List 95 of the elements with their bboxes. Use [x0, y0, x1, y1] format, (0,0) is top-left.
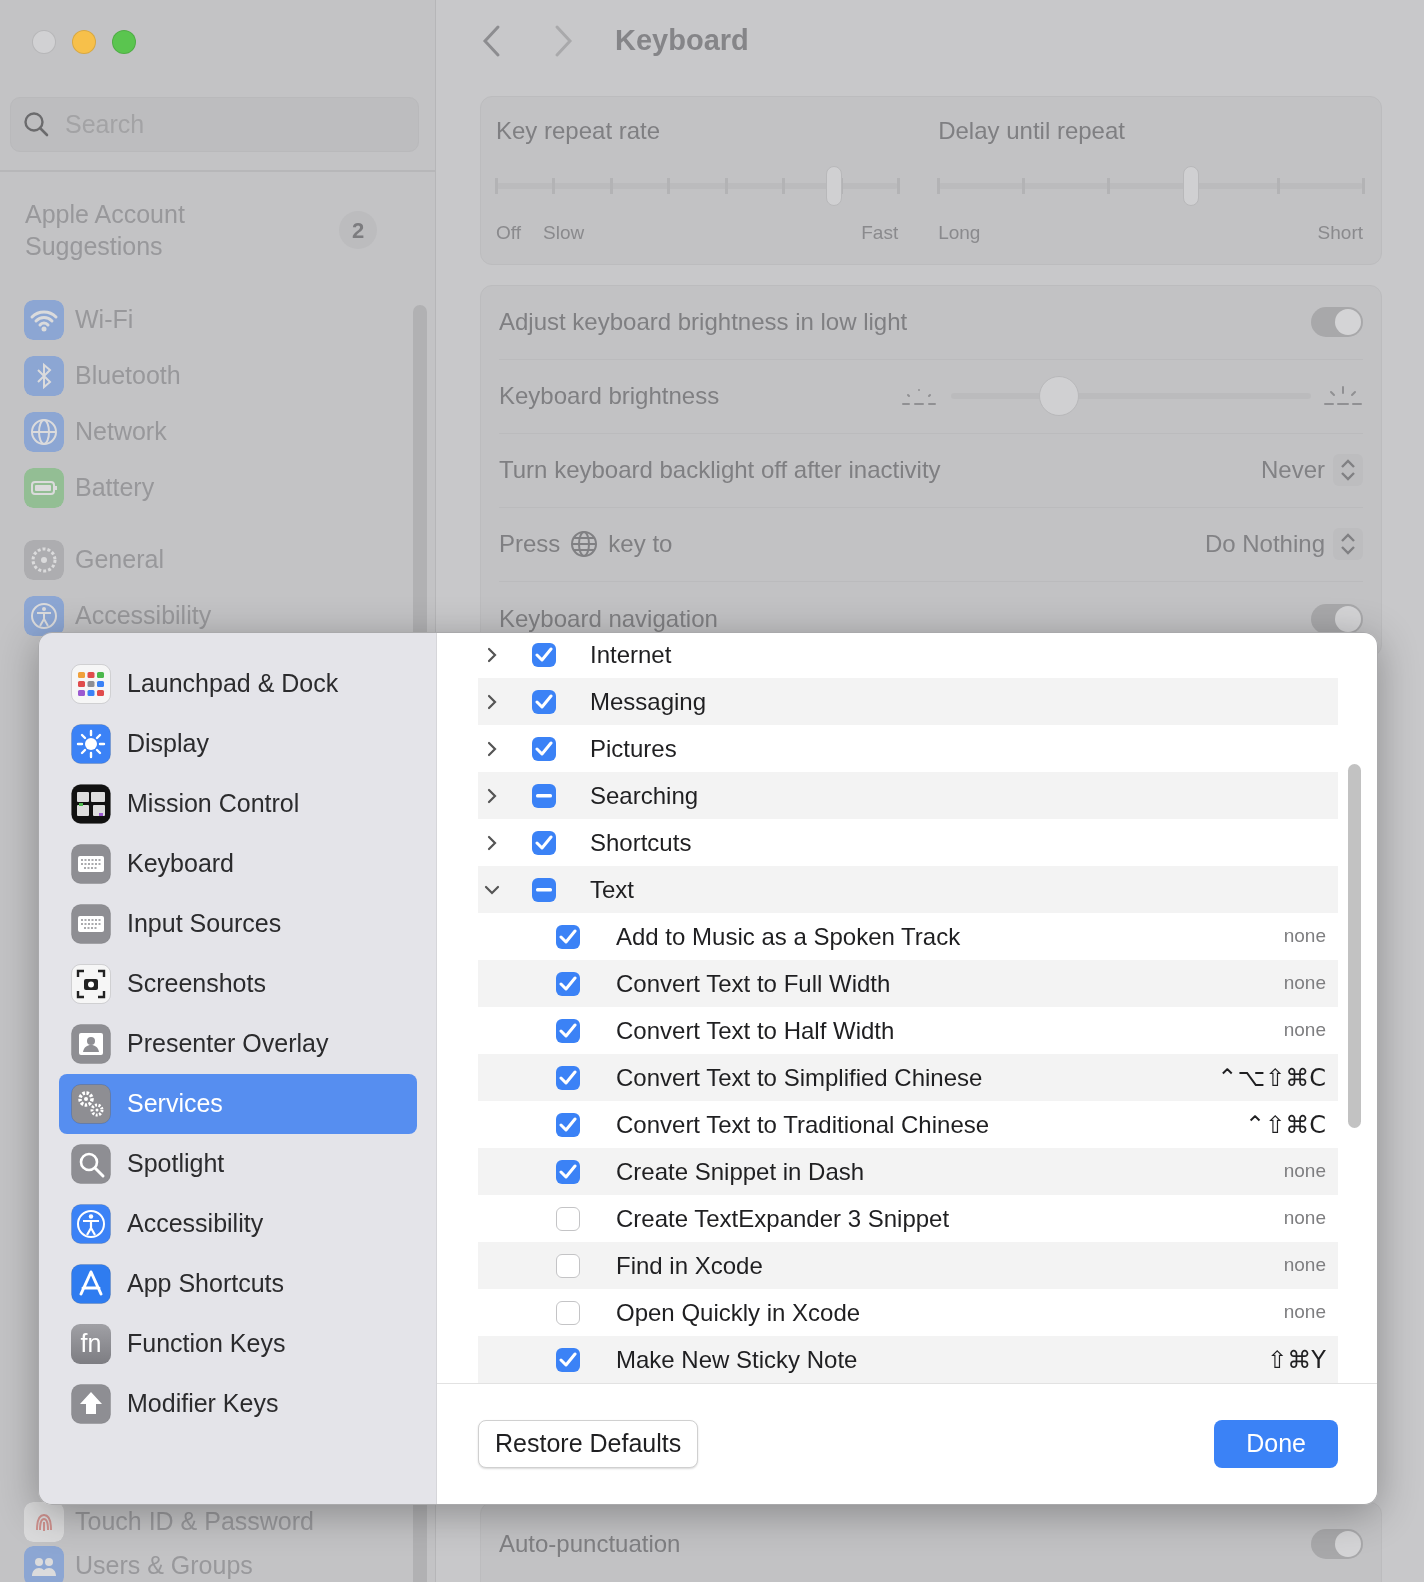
person-icon: [71, 1024, 111, 1064]
restore-defaults-button[interactable]: Restore Defaults: [478, 1420, 699, 1468]
slider-caption: Short: [1317, 221, 1363, 245]
service-name: Create Snippet in Dash: [616, 1156, 866, 1187]
shortcut-text: none: [1283, 1300, 1326, 1325]
setting-label: Auto-punctuation: [499, 1529, 681, 1559]
setting-label: Keyboard navigation: [499, 603, 718, 634]
sun-icon: [71, 724, 111, 764]
shortcut-text: ⌃⇧⌘C: [1245, 1109, 1326, 1141]
count-badge: 2: [339, 211, 377, 249]
slider-thumb[interactable]: [1039, 376, 1079, 416]
search-icon: [23, 111, 49, 137]
gear-icon: [24, 540, 64, 580]
slider-caption: Slow: [543, 221, 585, 245]
slider-thumb[interactable]: [825, 166, 842, 206]
service-category: Pictures: [590, 733, 678, 764]
keyboard-icon: [71, 904, 111, 944]
shortcut-text: none: [1283, 971, 1326, 996]
fingerprint-icon: [24, 1502, 64, 1542]
slider-thumb[interactable]: [1182, 166, 1199, 206]
globe-icon: [570, 530, 599, 558]
keyboard-icon: [71, 844, 111, 884]
slider-caption: Long: [938, 221, 981, 245]
sidebar-item[interactable]: fn Function Keys: [59, 1314, 417, 1374]
sidebar-item[interactable]: Input Sources: [59, 894, 417, 954]
sidebar-item[interactable]: Display: [59, 714, 417, 774]
setting-label: Turn keyboard backlight off after inactivity: [499, 455, 941, 485]
toggle-switch[interactable]: [1311, 1529, 1363, 1559]
service-name: Make New Sticky Note: [616, 1344, 859, 1375]
slider-track[interactable]: [938, 165, 1363, 207]
service-name: Convert Text to Simplified Chinese: [616, 1062, 984, 1093]
camera-icon: [71, 964, 111, 1004]
bluetooth-icon: [24, 356, 64, 396]
shortcut-text: none: [1283, 924, 1326, 949]
sidebar-item[interactable]: Presenter Overlay: [59, 1014, 417, 1074]
sidebar-item[interactable]: App Shortcuts: [59, 1254, 417, 1314]
slider-caption: Off: [496, 221, 521, 245]
battery-icon: [24, 468, 64, 508]
setting-label: Keyboard brightness: [499, 381, 720, 411]
users-icon: [24, 1546, 64, 1582]
arrow-up-icon: [71, 1384, 111, 1424]
sidebar-item[interactable]: Accessibility: [59, 1194, 417, 1254]
service-name: Convert Text to Half Width: [616, 1015, 896, 1046]
page-title: Keyboard: [615, 23, 749, 59]
windows-icon: [71, 784, 111, 824]
service-name: Open Quickly in Xcode: [616, 1297, 862, 1328]
shortcut-text: none: [1283, 1206, 1326, 1231]
service-category: Shortcuts: [590, 827, 693, 858]
service-name: Find in Xcode: [616, 1250, 764, 1281]
accessibility-icon: [71, 1204, 111, 1244]
setting-label: Adjust keyboard brightness in low light: [499, 307, 908, 337]
shortcut-text: none: [1283, 1253, 1326, 1278]
bright-brightness-icon: [1323, 384, 1363, 408]
scrollbar[interactable]: [1348, 764, 1361, 1128]
service-name: Add to Music as a Spoken Track: [616, 921, 962, 952]
gears-icon: [71, 1084, 111, 1124]
shortcut-text: ⇧⌘Y: [1267, 1344, 1326, 1376]
checkbox[interactable]: [556, 1300, 580, 1325]
shortcut-text: ⌃⌥⇧⌘C: [1217, 1062, 1326, 1094]
service-name: Create TextExpander 3 Snippet: [616, 1203, 951, 1234]
setting-label: key to: [608, 529, 673, 559]
search-icon: [71, 1144, 111, 1184]
slider-label: Delay until repeat: [938, 116, 1126, 146]
globe-icon: [24, 412, 64, 452]
checkbox[interactable]: [532, 877, 556, 902]
accessibility-icon: [24, 596, 64, 636]
service-category: Internet: [590, 639, 673, 670]
sidebar-item[interactable]: Mission Control: [59, 774, 417, 834]
slider-caption: Fast: [861, 221, 899, 245]
sidebar-item[interactable]: Modifier Keys: [59, 1374, 417, 1434]
sidebar-item[interactable]: Spotlight: [59, 1134, 417, 1194]
sidebar-item[interactable]: Launchpad & Dock: [59, 654, 417, 714]
setting-label: Press: [499, 529, 561, 559]
service-name: Convert Text to Full Width: [616, 968, 892, 999]
wifi-icon: [24, 300, 64, 340]
checkbox[interactable]: [556, 1206, 580, 1231]
slider-track[interactable]: [951, 375, 1311, 417]
service-category: Text: [590, 874, 635, 905]
checkbox[interactable]: [556, 1253, 580, 1278]
service-name: Convert Text to Traditional Chinese: [616, 1109, 991, 1140]
done-button[interactable]: Done: [1214, 1420, 1338, 1468]
app-store-icon: [71, 1264, 111, 1304]
service-category: Searching: [590, 780, 700, 811]
toggle-switch[interactable]: [1311, 603, 1363, 634]
slider-label: Key repeat rate: [496, 116, 662, 146]
toggle-switch[interactable]: [1311, 307, 1363, 337]
shortcut-text: none: [1283, 1018, 1326, 1043]
sidebar-item[interactable]: Screenshots: [59, 954, 417, 1014]
service-category: Messaging: [590, 686, 708, 717]
checkbox[interactable]: [532, 783, 556, 808]
app-grid-icon: [71, 664, 111, 704]
slider-track[interactable]: [496, 165, 899, 207]
sidebar-item[interactable]: Keyboard: [59, 834, 417, 894]
key-label: fn: [80, 1328, 102, 1360]
shortcut-text: none: [1283, 1159, 1326, 1184]
